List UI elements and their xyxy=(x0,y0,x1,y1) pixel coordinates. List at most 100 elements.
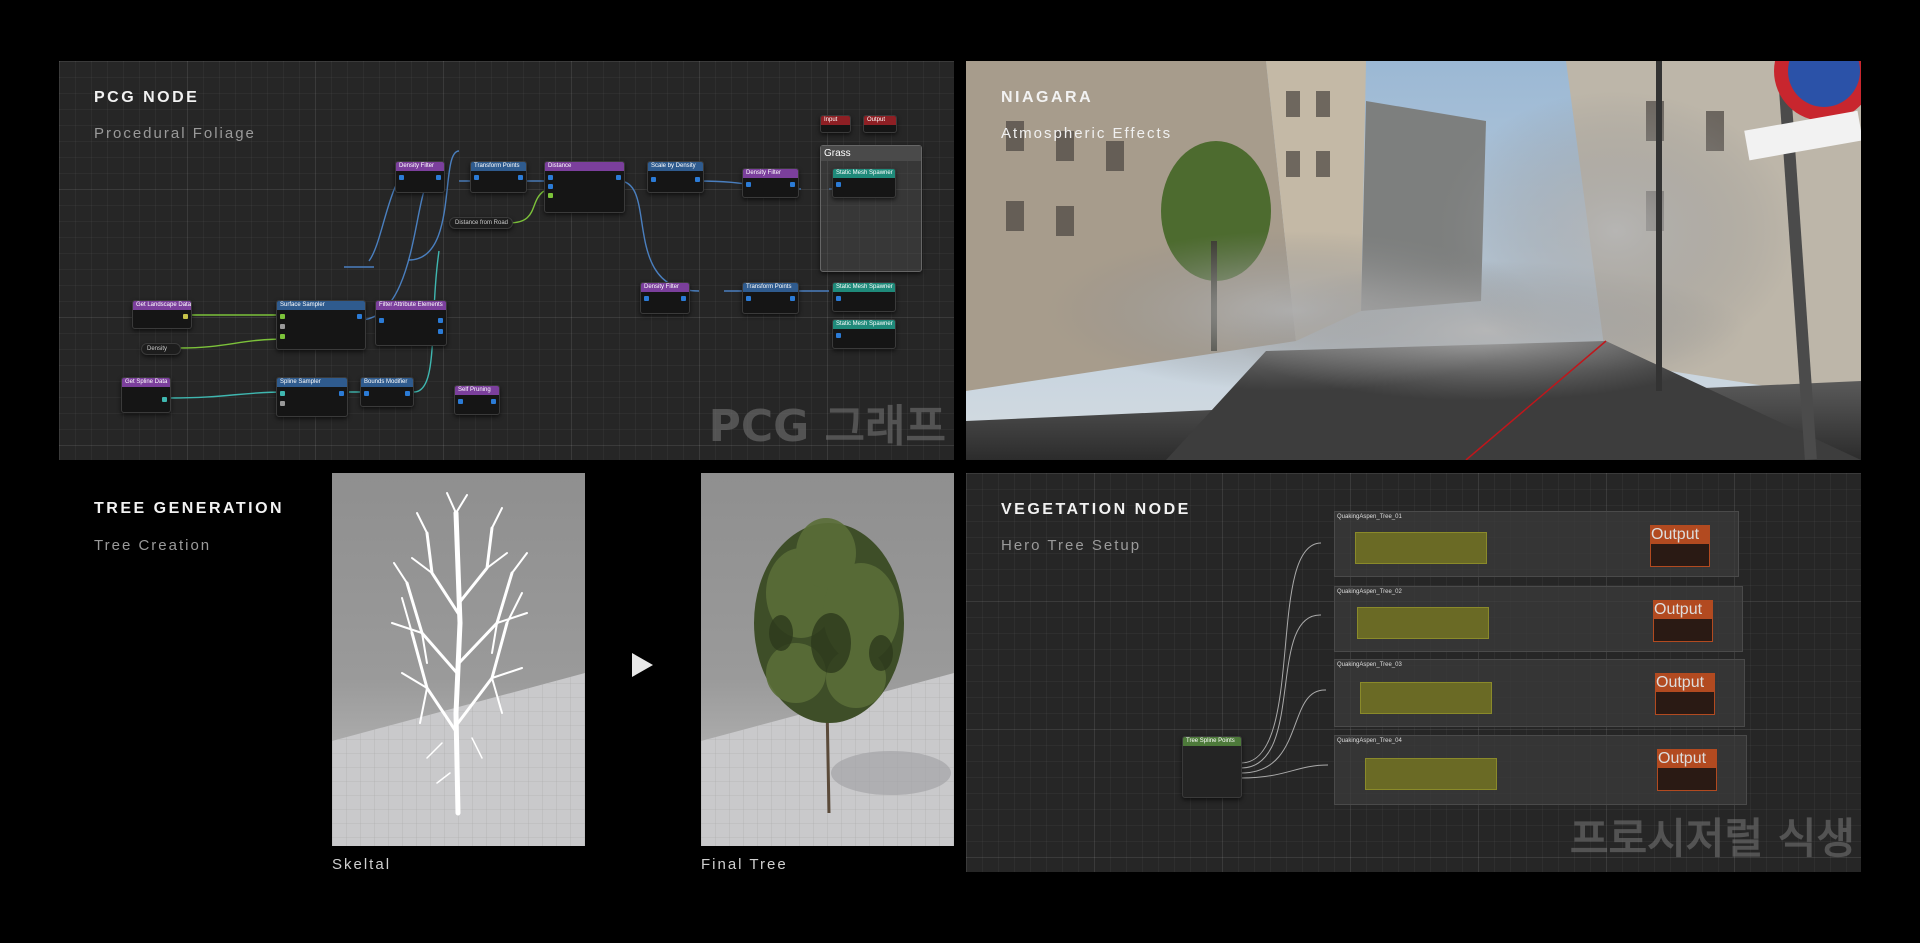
node-title: Scale by Density xyxy=(648,162,703,171)
pcg-node-transform-points-2[interactable]: Transform Points xyxy=(742,282,799,314)
pcg-node-self-pruning[interactable]: Self Pruning xyxy=(454,385,500,415)
pcg-node-static-mesh-spawner-2[interactable]: Static Mesh Spawner xyxy=(832,282,896,312)
pin-max-distance[interactable] xyxy=(548,193,553,198)
pcg-node-get-landscape-data[interactable]: Get Landscape Data xyxy=(132,300,192,329)
niagara-panel: NIAGARA Atmospheric Effects xyxy=(966,61,1861,460)
pin-out[interactable] xyxy=(183,314,188,319)
pin-out[interactable] xyxy=(790,182,795,187)
final-tree-image xyxy=(701,473,954,846)
veg-editor-node[interactable] xyxy=(1355,532,1487,564)
group-title: QuakingAspen_Tree_03 xyxy=(1337,662,1402,668)
pin-bounding-shape[interactable] xyxy=(280,401,285,406)
pin-in[interactable] xyxy=(379,318,384,323)
pin-in[interactable] xyxy=(399,175,404,180)
pcg-node-static-mesh-spawner-3[interactable]: Static Mesh Spawner xyxy=(832,319,896,349)
vegetation-watermark: 프로시저럴 식생 xyxy=(1569,814,1855,863)
pin-out[interactable] xyxy=(405,391,410,396)
pin-inside-filter[interactable] xyxy=(438,318,443,323)
pin-out[interactable] xyxy=(339,391,344,396)
pcg-node-spline-sampler[interactable]: Spline Sampler xyxy=(276,377,348,417)
pcg-node-density[interactable]: Density xyxy=(141,343,181,355)
tree-panel-subtitle: Tree Creation xyxy=(94,537,212,554)
vegetation-panel: Tree Spline Points QuakingAspen_Tree_01 … xyxy=(966,473,1861,872)
niagara-panel-subtitle: Atmospheric Effects xyxy=(1001,125,1173,142)
pin-out[interactable] xyxy=(491,399,496,404)
pcg-node-distance[interactable]: Distance xyxy=(544,161,625,213)
pcg-node-surface-sampler[interactable]: Surface Sampler xyxy=(276,300,366,350)
pin-out[interactable] xyxy=(518,175,523,180)
pin-points-per-sqm[interactable] xyxy=(280,334,285,339)
node-title: Density Filter xyxy=(743,169,798,178)
veg-output-node[interactable]: Output xyxy=(1653,600,1713,642)
pin-in[interactable] xyxy=(458,399,463,404)
pcg-node-get-spline-data[interactable]: Get Spline Data xyxy=(121,377,171,413)
pcg-node-density-filter-2[interactable]: Density Filter xyxy=(742,168,799,198)
pcg-node-static-mesh-spawner-1[interactable]: Static Mesh Spawner xyxy=(832,168,896,198)
node-title: Get Landscape Data xyxy=(133,301,191,310)
pin-out[interactable] xyxy=(357,314,362,319)
veg-group-4[interactable]: QuakingAspen_Tree_04 Output xyxy=(1334,735,1747,805)
niagara-scene-image xyxy=(966,61,1861,460)
pin-bounding-shape[interactable] xyxy=(280,324,285,329)
pin-in[interactable] xyxy=(746,296,751,301)
pcg-node-output[interactable]: Output xyxy=(863,115,897,133)
pin-out[interactable] xyxy=(436,175,441,180)
node-title: Filter Attribute Elements xyxy=(376,301,446,310)
pin-source[interactable] xyxy=(548,175,553,180)
veg-group-2[interactable]: QuakingAspen_Tree_02 Output xyxy=(1334,586,1743,652)
pin-out[interactable] xyxy=(162,397,167,402)
pcg-node-input[interactable]: Input xyxy=(820,115,851,133)
node-title: Output xyxy=(1654,601,1712,619)
pcg-node-bounds-modifier[interactable]: Bounds Modifier xyxy=(360,377,414,407)
pin-outside-filter[interactable] xyxy=(438,329,443,334)
veg-output-node[interactable]: Output xyxy=(1655,673,1715,715)
node-title: Tree Spline Points xyxy=(1183,737,1241,746)
vegetation-panel-title: VEGETATION NODE xyxy=(1001,501,1191,518)
node-title: Self Pruning xyxy=(455,386,499,395)
vegetation-panel-subtitle: Hero Tree Setup xyxy=(1001,537,1142,554)
node-title: Surface Sampler xyxy=(277,301,365,310)
pin-spline[interactable] xyxy=(280,391,285,396)
pin-in[interactable] xyxy=(836,182,841,187)
node-title: Distance xyxy=(545,162,624,171)
pin-in[interactable] xyxy=(364,391,369,396)
pin-out[interactable] xyxy=(681,296,686,301)
pin-surface[interactable] xyxy=(280,314,285,319)
pin-out[interactable] xyxy=(616,175,621,180)
niagara-panel-title: NIAGARA xyxy=(1001,89,1094,106)
node-title: Output xyxy=(864,116,896,125)
veg-node-tree-spline-points[interactable]: Tree Spline Points xyxy=(1182,736,1242,798)
pin-in[interactable] xyxy=(836,296,841,301)
node-title: Output xyxy=(1651,526,1709,544)
pcg-watermark: PCG 그래프 xyxy=(708,401,946,452)
veg-group-3[interactable]: QuakingAspen_Tree_03 Output xyxy=(1334,659,1745,727)
pin-out[interactable] xyxy=(790,296,795,301)
pin-in[interactable] xyxy=(836,333,841,338)
pin-in[interactable] xyxy=(651,177,656,182)
pcg-node-density-filter-1[interactable]: Density Filter xyxy=(395,161,445,193)
veg-editor-node[interactable] xyxy=(1365,758,1497,790)
pcg-node-filter-attribute-elements[interactable]: Filter Attribute Elements xyxy=(375,300,447,346)
pin-out[interactable] xyxy=(695,177,700,182)
node-title: Density Filter xyxy=(641,283,689,292)
pin-in[interactable] xyxy=(644,296,649,301)
veg-editor-node[interactable] xyxy=(1360,682,1492,714)
play-arrow-icon[interactable] xyxy=(632,653,653,677)
pin-in[interactable] xyxy=(746,182,751,187)
pcg-node-scale-by-density[interactable]: Scale by Density xyxy=(647,161,704,193)
pcg-node-density-filter-3[interactable]: Density Filter xyxy=(640,282,690,314)
node-title: Get Spline Data xyxy=(122,378,170,387)
veg-output-node[interactable]: Output xyxy=(1657,749,1717,791)
tree-panel-title: TREE GENERATION xyxy=(94,500,285,517)
pin-in[interactable] xyxy=(474,175,479,180)
veg-group-1[interactable]: QuakingAspen_Tree_01 Output xyxy=(1334,511,1739,577)
pcg-node-distance-from-road[interactable]: Distance from Road xyxy=(449,217,513,229)
pcg-comment-grass[interactable]: Grass xyxy=(820,145,922,272)
pin-target[interactable] xyxy=(548,184,553,189)
veg-editor-node[interactable] xyxy=(1357,607,1489,639)
veg-output-node[interactable]: Output xyxy=(1650,525,1710,567)
pcg-panel-subtitle: Procedural Foliage xyxy=(94,125,256,142)
pcg-node-transform-points-1[interactable]: Transform Points xyxy=(470,161,527,193)
node-title: Density Filter xyxy=(396,162,444,171)
node-title: Input xyxy=(821,116,850,125)
